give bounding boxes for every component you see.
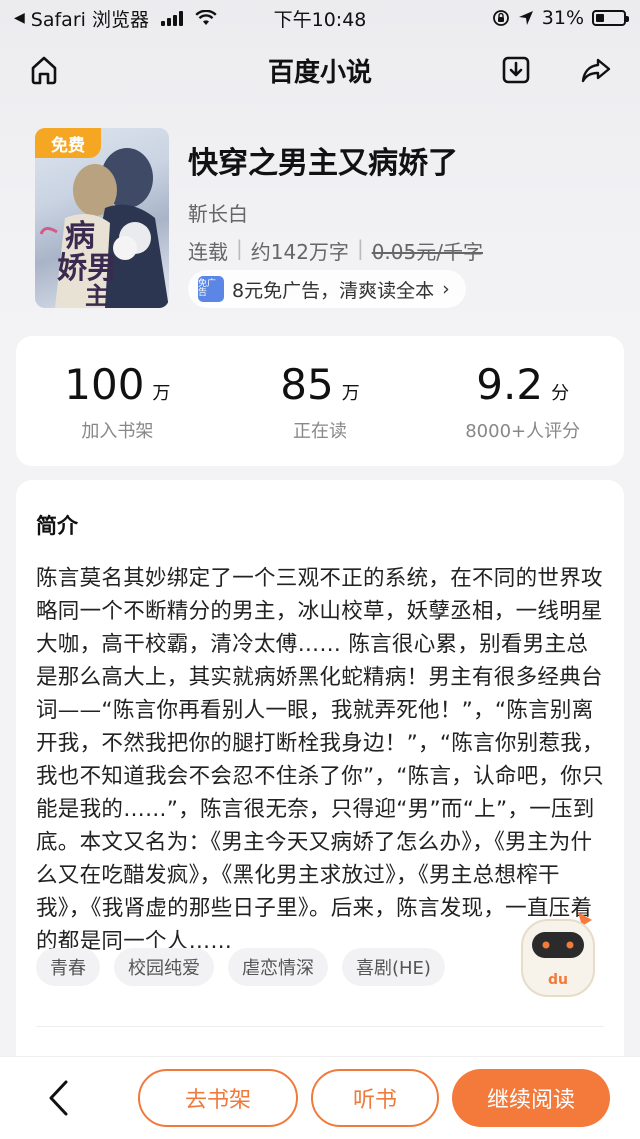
stat-label: 加入书架 (81, 421, 154, 442)
book-title: 快穿之男主又病娇了 (188, 146, 458, 181)
tag[interactable]: 校园纯爱 (114, 948, 214, 986)
meta-separator: | (356, 236, 364, 260)
back-to-app[interactable]: ◀ Safari 浏览器 (14, 5, 217, 32)
original-price: 0.05元/千字 (371, 240, 483, 264)
tag[interactable]: 虐恋情深 (228, 948, 328, 986)
divider (36, 1026, 604, 1027)
du-mascot-icon[interactable]: du (512, 906, 608, 1002)
intro-heading: 简介 (36, 514, 78, 538)
book-author[interactable]: 靳长白 (188, 198, 248, 227)
stat-value: 85 (280, 360, 334, 409)
page-title: 百度小说 (267, 58, 372, 88)
share-button[interactable] (576, 50, 616, 90)
meta-separator: | (236, 236, 243, 260)
back-app-label: Safari 浏览器 (30, 8, 149, 31)
ad-free-icon: 免广告 (198, 276, 224, 302)
book-cover[interactable]: 病 娇男 主 免费 (35, 128, 169, 308)
book-meta: 连载 | 约142万字 | 0.05元/千字 (188, 236, 483, 265)
svg-text:病: 病 (65, 219, 95, 254)
continue-reading-button[interactable]: 继续阅读 (452, 1069, 610, 1127)
go-to-shelf-button[interactable]: 去书架 (138, 1069, 298, 1127)
tag[interactable]: 青春 (36, 948, 100, 986)
back-triangle-icon: ◀ (14, 10, 25, 26)
tag-list: 青春 校园纯爱 虐恋情深 喜剧(HE) (36, 948, 445, 986)
mascot-label: du (548, 972, 568, 988)
download-icon (502, 56, 530, 84)
stat-shelf: 100 万 加入书架 (16, 336, 219, 466)
stat-reading: 85 万 正在读 (219, 336, 422, 466)
location-arrow-icon (518, 11, 533, 25)
stat-value: 100 (64, 360, 145, 409)
intro-text[interactable]: 陈言莫名其妙绑定了一个三观不正的系统，在不同的世界攻略同一个不断精分的男主，冰山… (36, 562, 604, 958)
free-badge: 免费 (35, 128, 101, 158)
ad-free-offer-button[interactable]: 免广告 8元免广告，清爽读全本 › (188, 270, 466, 308)
listen-button[interactable]: 听书 (311, 1069, 439, 1127)
svg-text:主: 主 (85, 281, 109, 308)
stats-card: 100 万 加入书架 85 万 正在读 9.2 分 8000+人评分 (16, 336, 624, 466)
battery-icon (592, 10, 629, 26)
back-button[interactable] (38, 1073, 78, 1123)
top-nav: 百度小说 (0, 40, 640, 98)
wifi-icon (195, 10, 217, 25)
stat-label: 8000+人评分 (465, 421, 581, 442)
download-button[interactable] (496, 50, 536, 90)
stat-unit: 万 (152, 383, 171, 404)
serial-status: 连载 (188, 240, 228, 264)
stat-label: 正在读 (293, 421, 347, 442)
status-bar: ◀ Safari 浏览器 下午10:48 31% (0, 0, 640, 36)
tag[interactable]: 喜剧(HE) (342, 948, 445, 986)
word-count: 约142万字 (250, 240, 349, 264)
share-icon (581, 58, 611, 83)
stat-value: 9.2 (476, 360, 544, 409)
cellular-signal-icon (160, 10, 183, 26)
stat-unit: 分 (551, 383, 570, 404)
stat-unit: 万 (341, 383, 360, 404)
chevron-left-icon (49, 1080, 68, 1116)
rotation-lock-icon (492, 10, 509, 26)
bottom-action-bar: 去书架 听书 继续阅读 (0, 1056, 640, 1139)
chevron-right-icon: › (442, 278, 450, 300)
stat-rating[interactable]: 9.2 分 8000+人评分 (421, 336, 624, 466)
ad-free-offer-label: 8元免广告，清爽读全本 (232, 279, 435, 302)
battery-percent: 31% (541, 7, 584, 29)
